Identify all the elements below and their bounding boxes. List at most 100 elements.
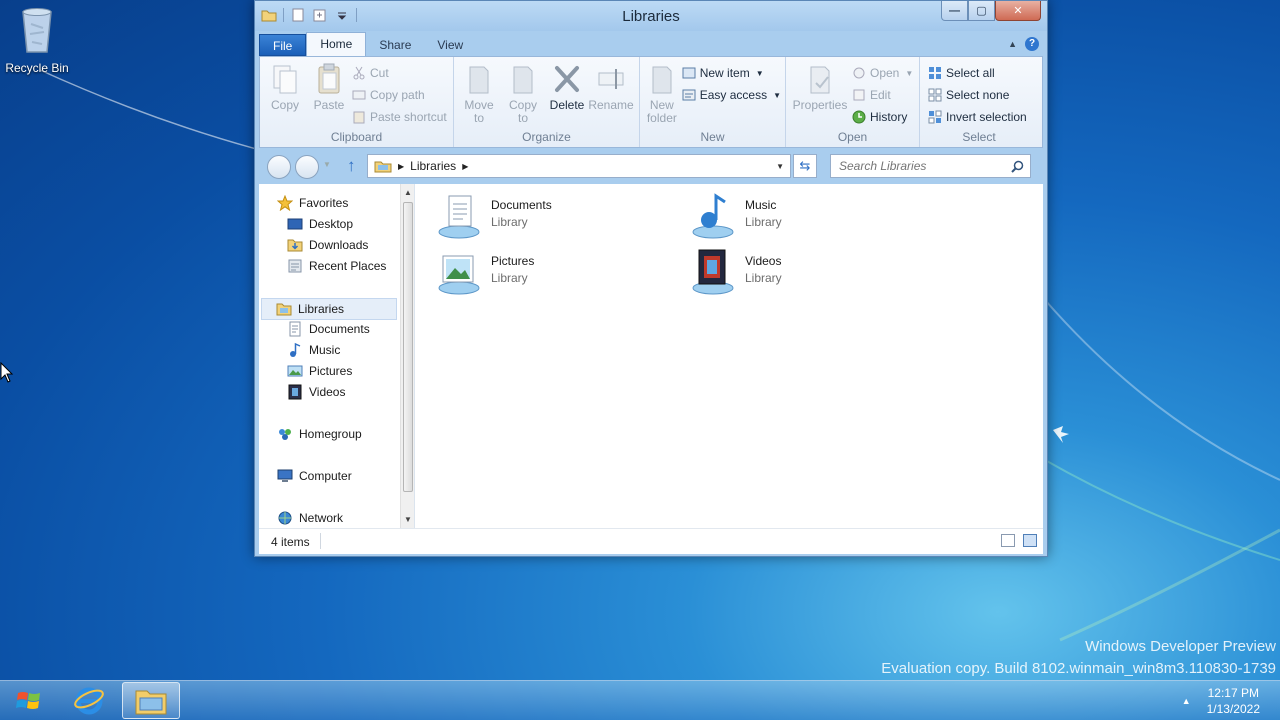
refresh-button[interactable]: ⇆ [793,154,817,178]
tab-share[interactable]: Share [366,34,424,56]
easy-access-button[interactable]: Easy access ▼ [682,86,781,104]
back-button[interactable] [267,155,291,179]
libraries-folder-icon [374,161,392,173]
dropdown-arrow-icon: ▼ [773,90,781,100]
nav-desktop-label: Desktop [309,217,354,231]
nav-network-label: Network [299,511,344,525]
clock-time: 12:17 PM [1207,686,1259,700]
history-button[interactable]: History [852,108,913,126]
help-icon[interactable]: ? [1025,37,1039,51]
open-button[interactable]: Open ▼ [852,64,913,82]
nav-videos-label: Videos [309,385,346,399]
details-view-icon[interactable] [1001,534,1015,547]
library-name: Videos [745,254,782,268]
properties-icon [810,66,830,94]
nav-favorites[interactable]: Favorites [277,195,348,211]
forward-button[interactable] [295,155,319,179]
nav-desktop[interactable]: Desktop [287,216,353,232]
scroll-up-arrow-icon[interactable]: ▲ [401,188,414,197]
clock[interactable]: 12:17 PM 1/13/2022 [1207,685,1260,717]
nav-network[interactable]: Network [277,510,343,526]
close-button[interactable]: ✕ [995,1,1041,21]
paste-shortcut-button[interactable]: Paste shortcut [352,108,447,126]
cut-button[interactable]: Cut [352,64,447,82]
address-dropdown-icon[interactable]: ▼ [776,162,784,171]
recycle-bin-desktop-icon[interactable]: Recycle Bin [4,6,70,75]
recycle-bin-icon [22,8,52,53]
tab-view[interactable]: View [424,34,476,56]
copy-path-icon [352,90,366,100]
search-input[interactable] [839,159,999,173]
nav-homegroup[interactable]: Homegroup [277,426,362,442]
navigation-bar: ▼ ↑ ▶ Libraries ▶ ▼ ⇆ [259,152,1043,180]
copy-path-button[interactable]: Copy path [352,86,447,104]
nav-libraries[interactable]: Libraries [261,298,397,320]
scrollbar-thumb[interactable] [403,202,413,492]
nav-pictures[interactable]: Pictures [287,363,352,379]
tab-home[interactable]: Home [306,32,367,56]
nav-recent-places[interactable]: Recent Places [287,258,386,274]
taskbar-file-explorer[interactable] [122,682,180,719]
edit-label: Edit [870,88,891,102]
paste-label: Paste [313,98,345,112]
downloads-folder-icon [287,239,303,252]
homegroup-icon [279,429,291,440]
breadcrumb-arrow-icon[interactable]: ▶ [462,162,468,171]
easy-access-icon [682,89,696,101]
desktop-icon [287,218,303,230]
show-hidden-icons-chevron-icon[interactable]: ▲ [1182,696,1191,706]
address-bar[interactable]: ▶ Libraries ▶ ▼ [367,154,791,178]
refresh-icon: ⇆ [799,158,811,173]
select-group-label: Select [962,130,996,144]
library-item[interactable]: Documents Library [435,192,552,240]
clipboard-group-label: Clipboard [330,130,383,144]
open-label: Open [870,66,900,80]
scissors-icon [353,66,365,80]
invert-selection-button[interactable]: Invert selection [928,108,1027,126]
paste-shortcut-label: Paste shortcut [370,110,447,124]
delete-label: Delete [549,98,585,112]
large-icons-view-icon[interactable] [1023,534,1037,547]
paste-shortcut-icon [353,111,365,124]
breadcrumb-arrow-icon[interactable]: ▶ [398,162,404,171]
library-item[interactable]: Videos Library [689,248,782,296]
edit-button[interactable]: Edit [852,86,913,104]
libraries-icon [276,303,292,316]
nav-music[interactable]: Music [287,342,340,358]
library-type: Library [745,271,782,285]
nav-videos[interactable]: Videos [287,384,345,400]
library-text: Music Library [745,192,782,229]
window-title: Libraries [622,8,680,25]
nav-computer[interactable]: Computer [277,468,352,484]
select-group: Select all Select none Invert selection … [920,57,1038,147]
watermark-line-2: Evaluation copy. Build 8102.winmain_win8… [881,660,1276,677]
evaluation-watermark: Windows Developer Preview Evaluation cop… [881,636,1276,680]
navigation-pane: Favorites Desktop Downloads Recent Place… [259,184,415,528]
minimize-ribbon-chevron-icon[interactable]: ▲ [1008,39,1017,49]
breadcrumb-libraries[interactable]: Libraries [410,159,456,173]
library-item[interactable]: Music Library [689,192,782,240]
search-icon[interactable] [1011,160,1024,173]
minimize-button[interactable]: — [941,1,968,21]
nav-scrollbar[interactable]: ▲ ▼ [400,184,414,528]
maximize-button[interactable]: ▢ [968,1,995,21]
dropdown-arrow-icon: ▼ [755,68,764,78]
tab-file[interactable]: File [259,34,307,56]
title-bar[interactable]: Libraries — ▢ ✕ [255,1,1047,31]
taskbar-internet-explorer[interactable] [60,682,118,719]
search-box [830,154,1031,178]
library-item[interactable]: Pictures Library [435,248,534,296]
view-switcher [1001,534,1037,547]
up-arrow-icon[interactable]: ↑ [347,156,356,176]
select-none-button[interactable]: Select none [928,86,1027,104]
open-group-label: Open [837,130,868,144]
status-divider [320,533,321,549]
start-button[interactable] [0,682,58,719]
nav-documents[interactable]: Documents [287,321,370,337]
scroll-down-arrow-icon[interactable]: ▼ [401,515,414,524]
copy-to-label: Copy to [508,98,537,125]
recent-locations-chevron-icon[interactable]: ▼ [323,160,331,169]
new-item-button[interactable]: New item ▼ [682,64,781,82]
nav-downloads[interactable]: Downloads [287,237,368,253]
select-all-button[interactable]: Select all [928,64,1027,82]
